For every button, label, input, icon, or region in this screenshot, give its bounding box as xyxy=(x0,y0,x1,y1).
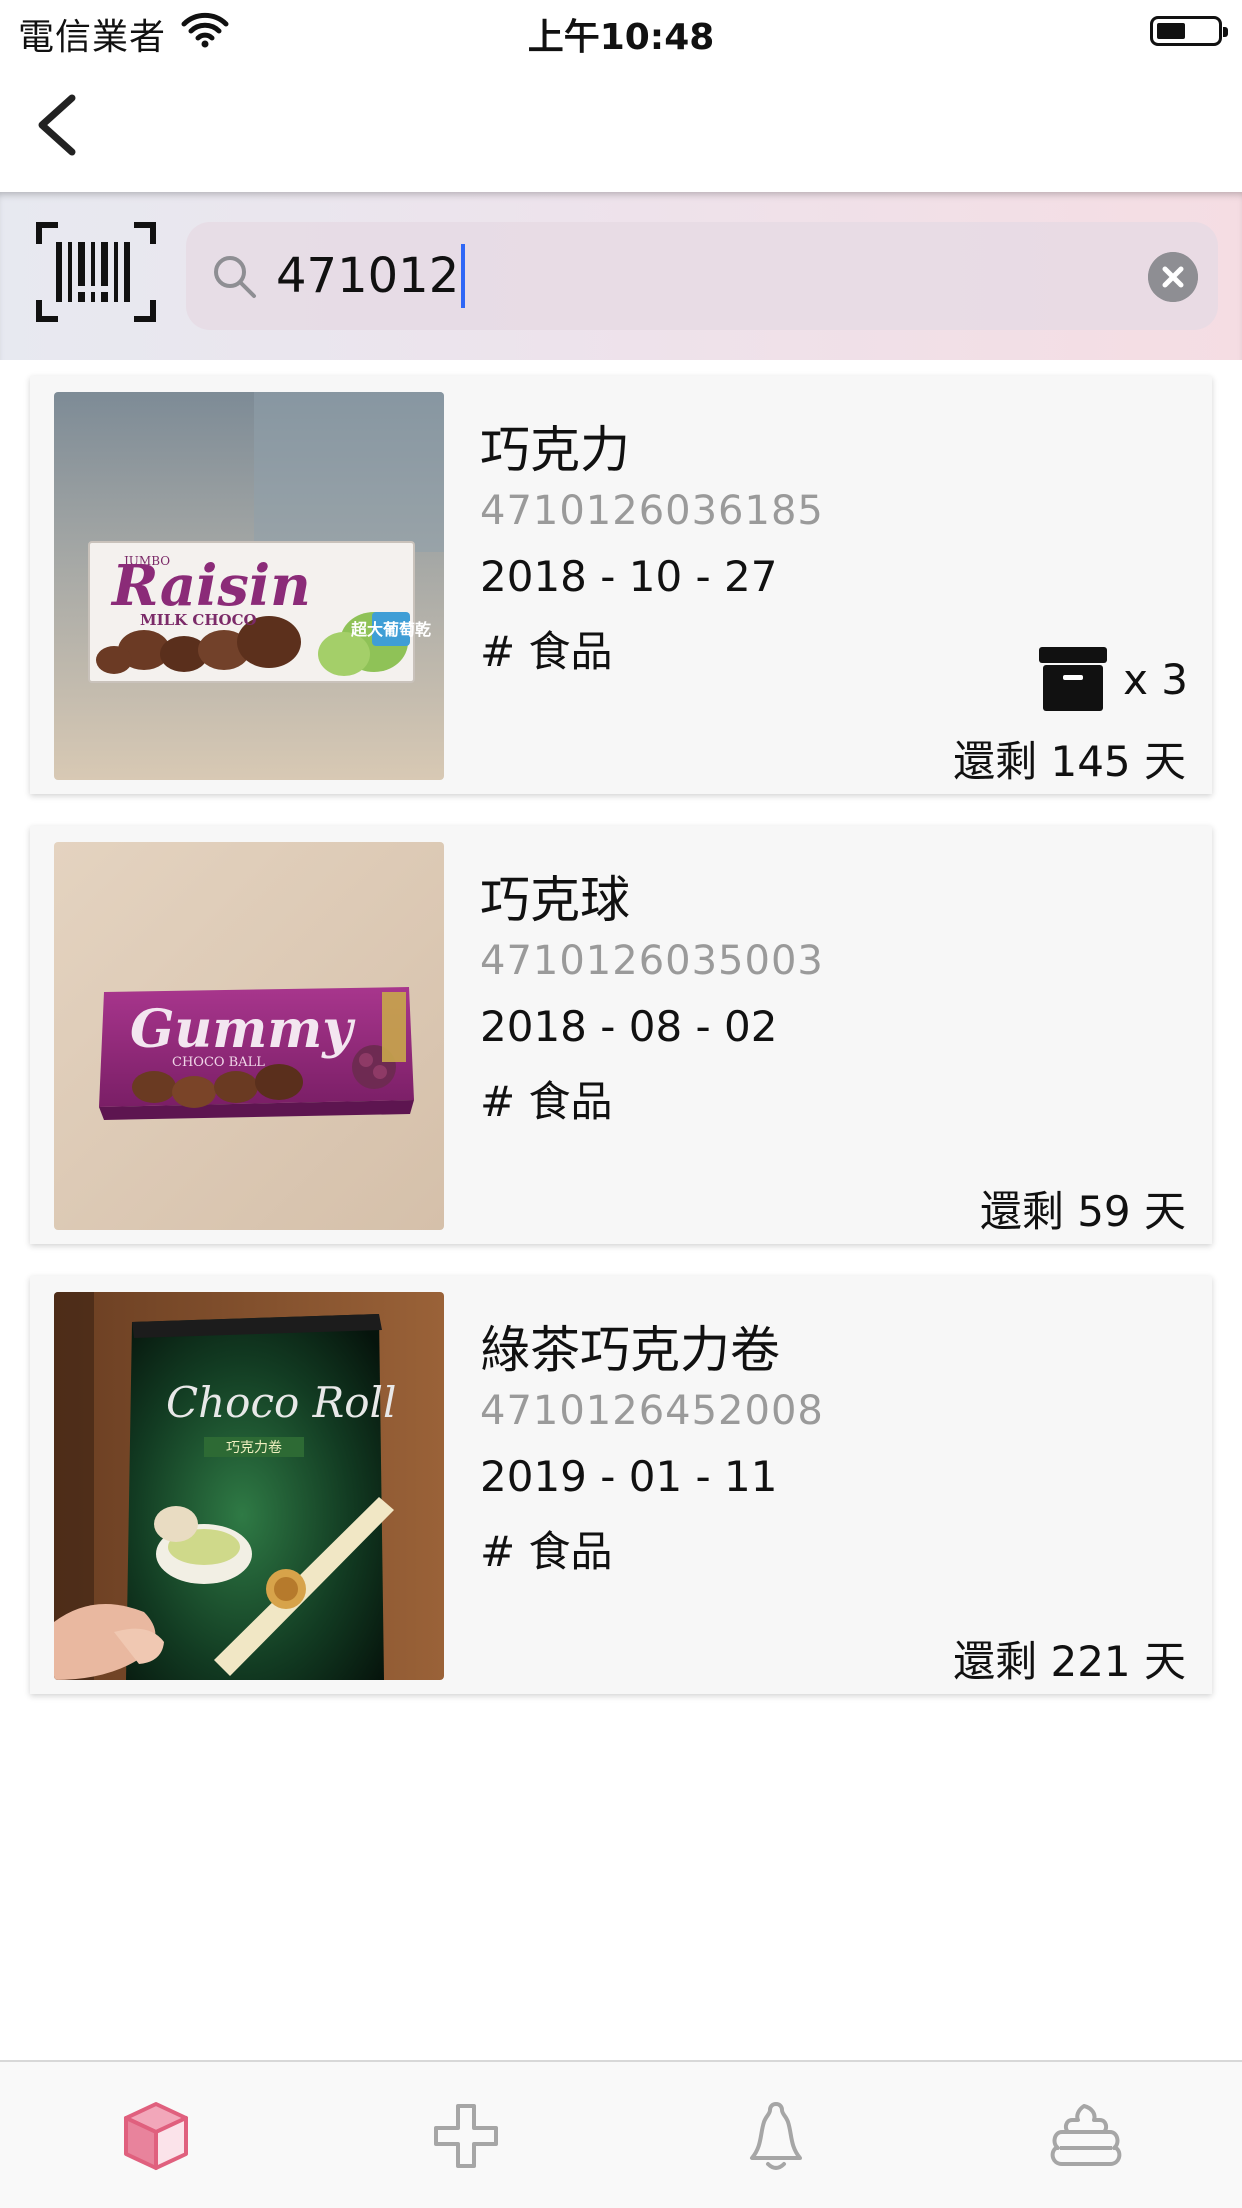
search-input[interactable] xyxy=(276,236,1096,316)
product-card[interactable]: 超大葡萄乾 JUMBO Raisin MILK CHOCO 巧克力 471012… xyxy=(30,376,1212,794)
product-barcode: 4710126036185 xyxy=(480,488,824,534)
stock-indicator: x 3 xyxy=(1037,644,1188,714)
product-photo: 超大葡萄乾 JUMBO Raisin MILK CHOCO xyxy=(54,392,444,780)
product-photo: Gummy CHOCO BALL xyxy=(54,842,444,1230)
poop-icon[interactable] xyxy=(1048,2098,1124,2174)
stock-count: x 3 xyxy=(1123,654,1188,704)
product-name: 綠茶巧克力卷 xyxy=(480,1321,780,1379)
back-chevron-icon[interactable] xyxy=(28,90,88,160)
tab-bar xyxy=(0,2060,1242,2208)
navigation-bar xyxy=(0,62,1242,192)
days-remaining: 還剩 221 天 xyxy=(953,1637,1186,1686)
product-sub-label: MILK CHOCO xyxy=(140,611,257,629)
product-sub-label: 巧克力卷 xyxy=(226,1440,282,1456)
product-brand: Raisin xyxy=(110,553,311,619)
product-name: 巧克球 xyxy=(480,871,630,929)
product-date: 2018 - 10 - 27 xyxy=(480,552,778,601)
days-remaining: 還剩 59 天 xyxy=(979,1187,1186,1236)
product-date: 2019 - 01 - 11 xyxy=(480,1452,778,1501)
product-brand: Choco Roll xyxy=(166,1378,396,1427)
product-badge: 超大葡萄乾 xyxy=(350,620,431,639)
product-tag: # 食品 xyxy=(480,627,613,676)
status-time: 上午10:48 xyxy=(527,17,715,58)
archive-box-icon xyxy=(1039,647,1108,711)
status-bar: 電信業者 上午10:48 xyxy=(0,0,1242,62)
clear-search-icon[interactable] xyxy=(1148,252,1198,302)
bell-icon[interactable] xyxy=(738,2098,814,2174)
product-card[interactable]: Gummy CHOCO BALL 巧克球 4710126035003 2018 … xyxy=(30,826,1212,1244)
search-icon xyxy=(214,256,256,298)
product-barcode: 4710126452008 xyxy=(480,1388,824,1434)
days-remaining: 還剩 145 天 xyxy=(953,737,1186,786)
product-photo: Choco Roll 巧克力卷 xyxy=(54,1292,444,1680)
product-tag: # 食品 xyxy=(480,1527,613,1576)
plus-icon[interactable] xyxy=(428,2098,504,2174)
product-sub-label: CHOCO BALL xyxy=(172,1055,265,1070)
search-area xyxy=(0,192,1242,360)
product-card[interactable]: Choco Roll 巧克力卷 綠茶巧克力卷 4710126452008 201… xyxy=(30,1276,1212,1694)
box-icon[interactable] xyxy=(118,2098,194,2174)
product-date: 2018 - 08 - 02 xyxy=(480,1002,778,1051)
barcode-scan-icon[interactable] xyxy=(36,222,156,322)
product-tag: # 食品 xyxy=(480,1077,613,1126)
product-brand: Gummy xyxy=(130,999,356,1060)
product-name: 巧克力 xyxy=(480,421,630,479)
product-barcode: 4710126035003 xyxy=(480,938,824,984)
battery-icon xyxy=(1150,16,1228,46)
search-bar[interactable] xyxy=(186,222,1218,330)
text-cursor xyxy=(461,244,466,308)
